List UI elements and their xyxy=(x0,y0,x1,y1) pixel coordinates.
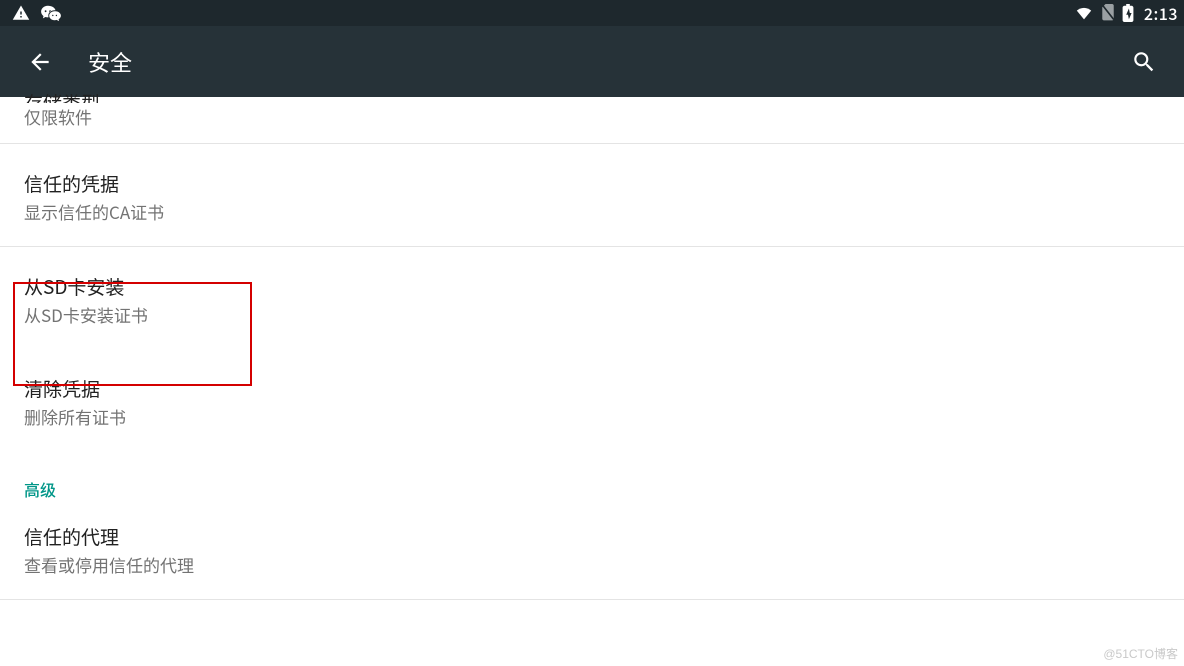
status-bar: 2:13 xyxy=(0,0,1184,26)
clock: 2:13 xyxy=(1144,1,1178,25)
item-install-from-sd[interactable]: 从SD卡安装 从SD卡安装证书 xyxy=(0,247,1184,349)
item-subtitle: 从SD卡安装证书 xyxy=(24,303,1160,327)
watermark: @51CTO博客 xyxy=(1103,645,1178,662)
search-button[interactable] xyxy=(1120,38,1168,86)
item-title: 信任的凭据 xyxy=(24,170,1160,198)
wifi-icon xyxy=(1074,5,1094,21)
item-subtitle: 仅限软件 xyxy=(24,105,1160,129)
item-storage-type[interactable]: 存储类型 仅限软件 xyxy=(0,89,1184,143)
wechat-icon xyxy=(40,4,62,22)
item-title: 从SD卡安装 xyxy=(24,273,1160,301)
item-subtitle: 显示信任的CA证书 xyxy=(24,200,1160,224)
no-sim-icon xyxy=(1100,4,1116,22)
item-trusted-credentials[interactable]: 信任的凭据 显示信任的CA证书 xyxy=(0,144,1184,246)
settings-list: 存储类型 仅限软件 信任的凭据 显示信任的CA证书 从SD卡安装 从SD卡安装证… xyxy=(0,89,1184,600)
item-title: 清除凭据 xyxy=(24,375,1160,403)
back-button[interactable] xyxy=(16,38,64,86)
battery-charging-icon xyxy=(1122,4,1134,22)
page-title: 安全 xyxy=(88,46,132,78)
divider xyxy=(0,599,1184,600)
warning-icon xyxy=(12,4,30,22)
item-trusted-agents[interactable]: 信任的代理 查看或停用信任的代理 xyxy=(0,511,1184,599)
item-clear-credentials[interactable]: 清除凭据 删除所有证书 xyxy=(0,349,1184,451)
item-title: 信任的代理 xyxy=(24,523,1160,551)
section-advanced: 高级 xyxy=(0,451,1184,511)
item-subtitle: 查看或停用信任的代理 xyxy=(24,553,1160,577)
app-bar: 安全 xyxy=(0,26,1184,97)
item-title: 存储类型 xyxy=(24,89,1160,103)
item-subtitle: 删除所有证书 xyxy=(24,405,1160,429)
